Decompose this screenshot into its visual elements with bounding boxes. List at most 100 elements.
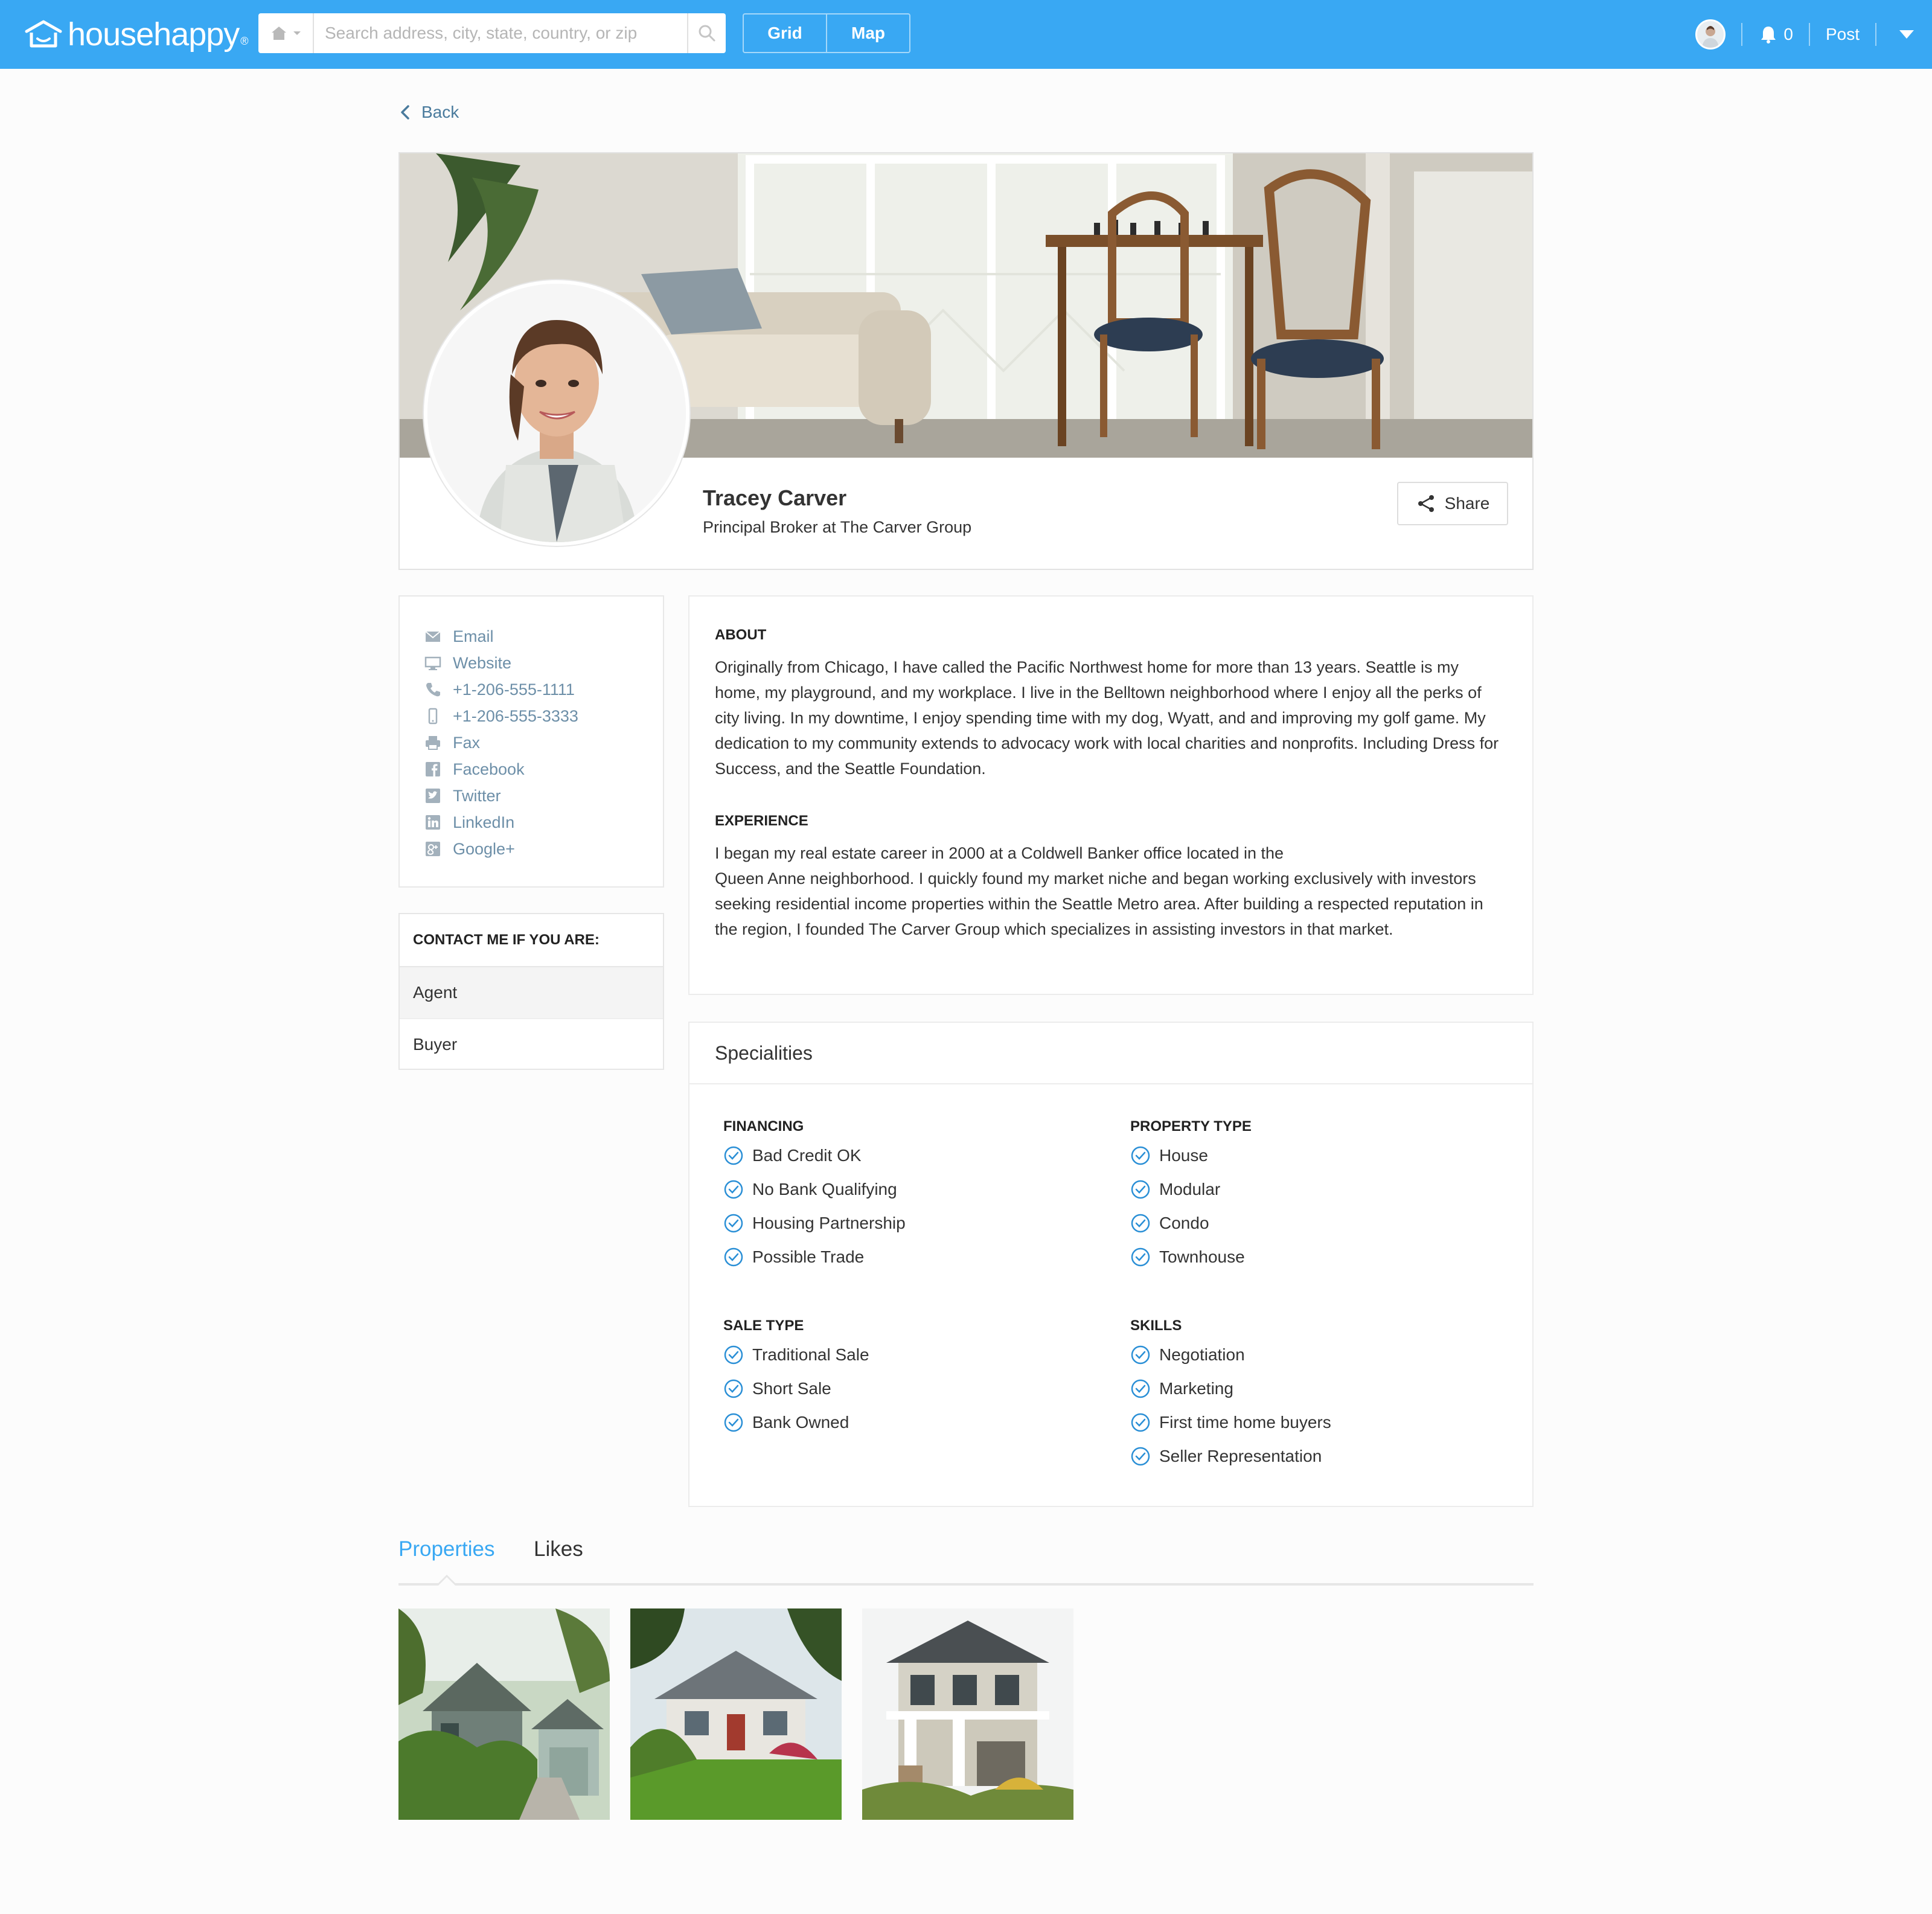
spec-item: House xyxy=(1130,1139,1252,1173)
house-logo-icon xyxy=(25,20,62,48)
grid-view-button[interactable]: Grid xyxy=(744,14,826,52)
user-avatar[interactable] xyxy=(1695,19,1726,50)
check-circle-icon xyxy=(724,1180,743,1199)
property-type-dropdown[interactable] xyxy=(258,13,314,53)
tab-properties[interactable]: Properties xyxy=(398,1537,495,1561)
contact-link-label: Fax xyxy=(453,733,481,752)
check-circle-icon xyxy=(724,1214,743,1233)
spec-item: Modular xyxy=(1130,1173,1252,1206)
contact-link-facebook[interactable]: Facebook xyxy=(424,756,663,783)
notifications-button[interactable]: 0 xyxy=(1758,24,1793,45)
share-icon xyxy=(1418,495,1434,512)
experience-heading: EXPERIENCE xyxy=(715,813,808,829)
contact-links-list: Email Website +1-206-555-1111 +1-206-555… xyxy=(400,597,663,862)
spec-item: Traditional Sale xyxy=(723,1338,869,1372)
spec-item: Bank Owned xyxy=(723,1406,869,1439)
monitor-icon xyxy=(424,654,442,672)
contact-link-mobile[interactable]: +1-206-555-3333 xyxy=(424,703,663,729)
spec-item: Housing Partnership xyxy=(723,1206,906,1240)
experience-text: Queen Anne neighborhood. I quickly found… xyxy=(715,869,1483,938)
share-button[interactable]: Share xyxy=(1397,482,1508,525)
contact-links-card: Email Website +1-206-555-1111 +1-206-555… xyxy=(398,595,664,888)
property-photo xyxy=(630,1608,842,1820)
search-input[interactable] xyxy=(314,14,687,52)
active-tab-indicator xyxy=(436,1575,458,1586)
contact-link-label: +1-206-555-3333 xyxy=(453,706,578,725)
account-dropdown-caret-icon[interactable] xyxy=(1899,30,1914,39)
twitter-icon xyxy=(424,787,442,805)
check-circle-icon xyxy=(1131,1146,1150,1165)
check-circle-icon xyxy=(1131,1247,1150,1267)
property-card[interactable] xyxy=(630,1608,842,1820)
logo-registered-mark: ® xyxy=(240,34,249,47)
spec-group-heading: PROPERTY TYPE xyxy=(1130,1118,1252,1135)
check-circle-icon xyxy=(724,1345,743,1365)
back-label: Back xyxy=(421,103,459,121)
check-circle-icon xyxy=(1131,1379,1150,1398)
spec-item: Possible Trade xyxy=(723,1240,906,1274)
spec-item: Townhouse xyxy=(1130,1240,1252,1274)
property-card[interactable] xyxy=(398,1608,610,1820)
search-bar xyxy=(258,13,726,53)
divider xyxy=(1808,23,1810,46)
linkedin-icon xyxy=(424,813,442,831)
page: househappy ® Grid Map xyxy=(0,0,1932,1914)
bell-icon xyxy=(1761,27,1776,43)
contact-link-phone[interactable]: +1-206-555-1111 xyxy=(424,676,663,703)
spec-group-heading: FINANCING xyxy=(723,1118,804,1135)
check-circle-icon xyxy=(724,1379,743,1398)
spec-item: Short Sale xyxy=(723,1372,869,1406)
top-navigation-bar: househappy ® Grid Map xyxy=(0,0,1932,69)
contact-link-twitter[interactable]: Twitter xyxy=(424,783,663,809)
googleplus-icon xyxy=(424,840,442,858)
search-button[interactable] xyxy=(687,13,726,53)
map-view-button[interactable]: Map xyxy=(826,14,909,52)
search-icon xyxy=(699,25,715,42)
check-circle-icon xyxy=(1131,1345,1150,1365)
check-circle-icon xyxy=(1131,1214,1150,1233)
specialities-heading: Specialities xyxy=(689,1023,1532,1084)
property-photo xyxy=(862,1608,1073,1820)
about-card: ABOUT Originally from Chicago, I have ca… xyxy=(688,595,1534,995)
contact-link-website[interactable]: Website xyxy=(424,650,663,676)
contact-link-label: LinkedIn xyxy=(453,813,515,831)
spec-item: No Bank Qualifying xyxy=(723,1173,906,1206)
spec-item: Condo xyxy=(1130,1206,1252,1240)
profile-avatar xyxy=(424,280,689,546)
spec-item: Bad Credit OK xyxy=(723,1139,906,1173)
check-circle-icon xyxy=(724,1146,743,1165)
specialities-card: Specialities FINANCING Bad Credit OK No … xyxy=(688,1022,1534,1507)
notifications-count: 0 xyxy=(1783,25,1793,43)
property-photo xyxy=(398,1608,610,1820)
user-menu-area: 0 Post xyxy=(1695,13,1914,56)
contact-link-googleplus[interactable]: Google+ xyxy=(424,836,663,862)
contact-link-label: Website xyxy=(453,653,512,672)
contact-me-heading: CONTACT ME IF YOU ARE: xyxy=(400,914,663,967)
profile-tabs: Properties Likes xyxy=(398,1528,1534,1586)
mobile-icon xyxy=(424,707,442,725)
profile-job-title: Principal Broker at The Carver Group xyxy=(703,518,972,536)
view-toggle: Grid Map xyxy=(743,13,910,53)
check-circle-icon xyxy=(1131,1180,1150,1199)
tab-likes[interactable]: Likes xyxy=(534,1537,583,1561)
contact-link-label: Email xyxy=(453,627,494,645)
contact-link-linkedin[interactable]: LinkedIn xyxy=(424,809,663,836)
contact-link-label: +1-206-555-1111 xyxy=(453,680,575,699)
spec-group-heading: SKILLS xyxy=(1130,1317,1182,1334)
contact-link-fax[interactable]: Fax xyxy=(424,729,663,756)
check-circle-icon xyxy=(724,1413,743,1432)
post-button[interactable]: Post xyxy=(1826,25,1860,44)
chevron-left-icon xyxy=(401,105,409,120)
share-label: Share xyxy=(1444,494,1490,513)
facebook-icon xyxy=(424,760,442,778)
fax-icon xyxy=(424,734,442,752)
contact-link-email[interactable]: Email xyxy=(424,623,663,650)
contact-option-agent[interactable]: Agent xyxy=(400,967,663,1019)
spec-group-heading: SALE TYPE xyxy=(723,1317,804,1334)
chevron-down-icon xyxy=(293,31,301,35)
househappy-logo[interactable]: househappy ® xyxy=(24,13,249,56)
contact-option-buyer[interactable]: Buyer xyxy=(400,1019,663,1070)
property-card[interactable] xyxy=(862,1608,1073,1820)
about-heading: ABOUT xyxy=(715,627,767,643)
back-link[interactable]: Back xyxy=(398,103,459,122)
